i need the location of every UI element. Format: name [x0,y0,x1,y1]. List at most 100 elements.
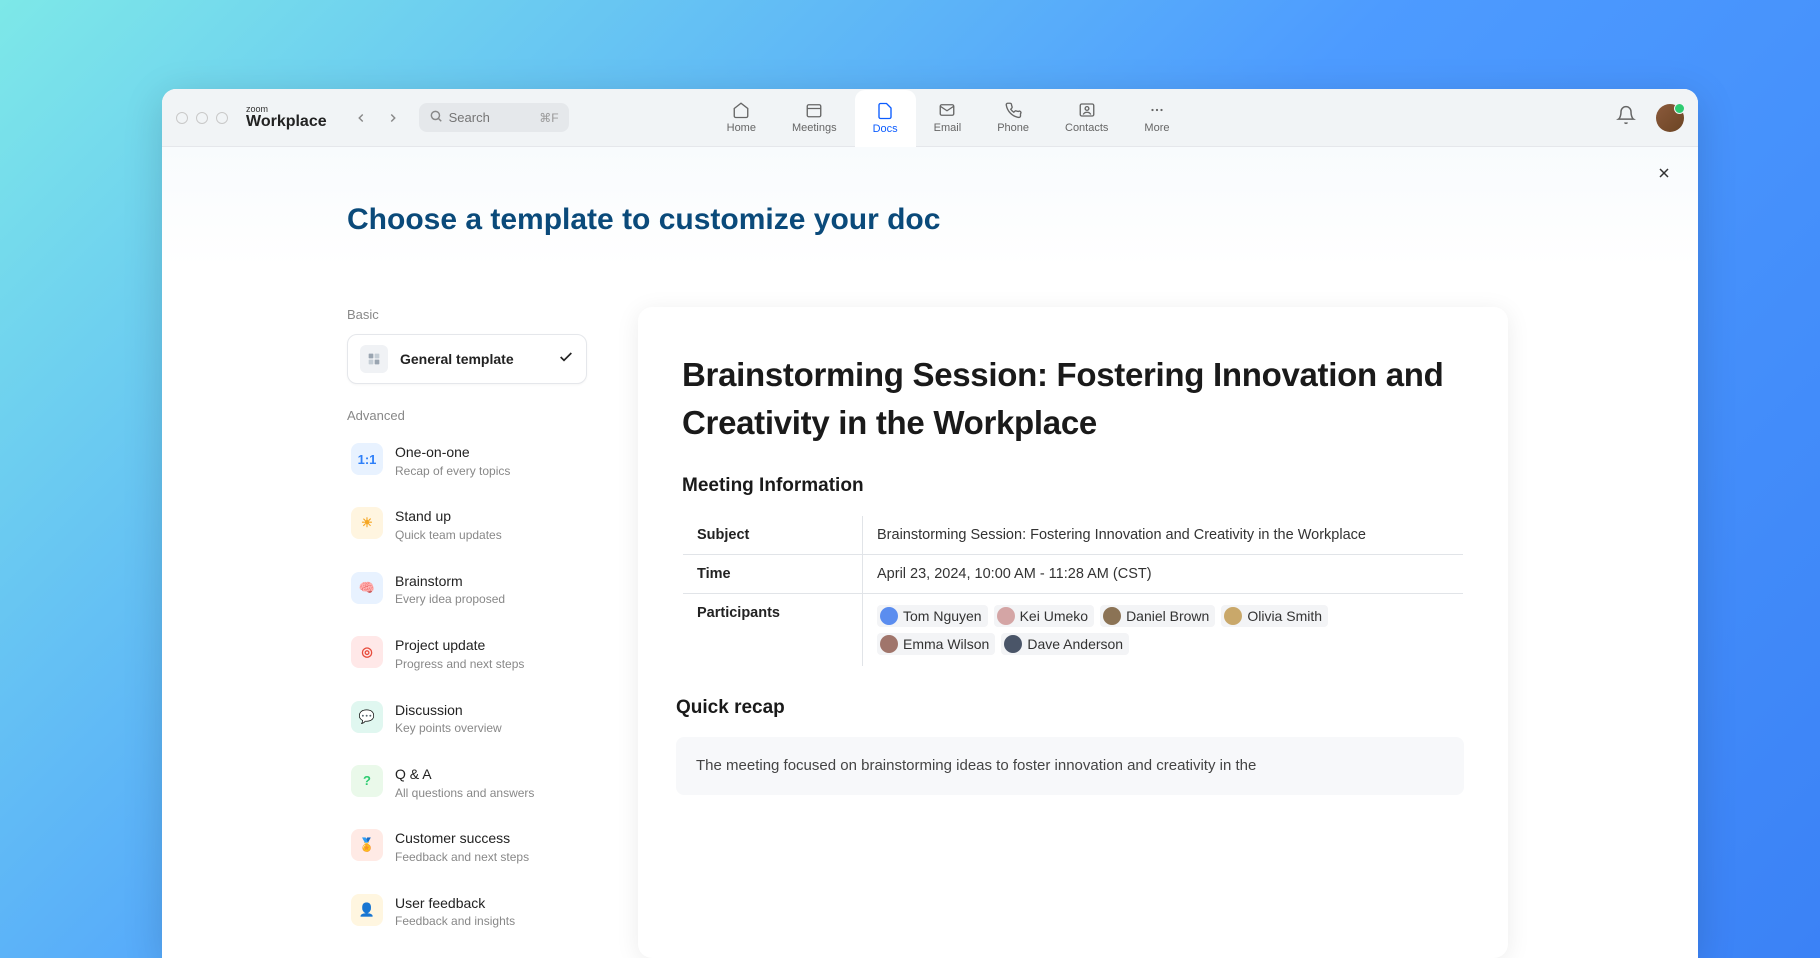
participant-avatar-icon [880,607,898,625]
template-desc: Progress and next steps [395,656,583,673]
subject-label: Subject [683,515,863,554]
template-one-on-one[interactable]: 1:1 One-on-oneRecap of every topics [347,435,587,487]
template-icon: 💬 [351,701,383,733]
tab-label: Phone [997,122,1029,134]
participant-chip[interactable]: Olivia Smith [1221,605,1328,627]
participant-avatar-icon [880,635,898,653]
participant-chip[interactable]: Daniel Brown [1100,605,1215,627]
nav-forward[interactable] [379,104,407,132]
calendar-icon [805,101,823,119]
template-icon: ◎ [351,636,383,668]
quick-recap-text: The meeting focused on brainstorming ide… [676,737,1464,796]
tab-label: More [1144,122,1169,134]
brand-bottom: Workplace [246,114,327,130]
check-icon [558,349,574,370]
template-desc: Every idea proposed [395,591,583,608]
time-label: Time [683,554,863,593]
participant-chip[interactable]: Tom Nguyen [877,605,988,627]
tab-docs[interactable]: Docs [855,90,916,148]
template-desc: Recap of every topics [395,463,583,480]
nav-arrows [347,104,407,132]
search-box[interactable]: ⌘F [419,103,569,132]
tab-more[interactable]: More [1126,89,1187,147]
tab-home[interactable]: Home [709,89,774,147]
tab-label: Meetings [792,122,837,134]
nav-tabs: Home Meetings Docs Email Phone Contacts [709,89,1188,147]
participant-avatar-icon [1004,635,1022,653]
template-q-a[interactable]: ?Q & AAll questions and answers [347,757,587,809]
tab-label: Home [727,122,756,134]
tab-meetings[interactable]: Meetings [774,89,855,147]
basic-section-label: Basic [347,307,587,322]
tab-label: Docs [873,123,898,135]
notifications-icon[interactable] [1616,105,1636,130]
meeting-info-heading: Meeting Information [682,475,1464,497]
template-brainstorm[interactable]: 🧠 BrainstormEvery idea proposed [347,564,587,616]
participant-name: Dave Anderson [1027,636,1123,652]
participant-avatar-icon [997,607,1015,625]
tab-email[interactable]: Email [916,89,980,147]
tab-label: Contacts [1065,122,1108,134]
template-icon: 🏅 [351,829,383,861]
participant-name: Kei Umeko [1020,608,1088,624]
template-general[interactable]: General template [347,334,587,384]
subject-value: Brainstorming Session: Fostering Innovat… [863,515,1464,554]
minimize-window[interactable] [196,112,208,124]
template-desc: Feedback and next steps [395,849,583,866]
template-name: Brainstorm [395,572,583,592]
template-icon: 👤 [351,894,383,926]
quick-recap-heading: Quick recap [676,697,1464,719]
template-preview: Brainstorming Session: Fostering Innovat… [638,307,1508,958]
template-name: Q & A [395,765,583,785]
search-input[interactable] [449,110,534,125]
template-desc: Feedback and insights [395,913,583,930]
participant-chip[interactable]: Dave Anderson [1001,633,1129,655]
page-title: Choose a template to customize your doc [347,203,940,237]
home-icon [732,101,750,119]
template-desc: Quick team updates [395,527,583,544]
participants-label: Participants [683,593,863,666]
phone-icon [1004,101,1022,119]
template-name: General template [400,350,546,368]
docs-icon [876,102,894,120]
tab-phone[interactable]: Phone [979,89,1047,147]
titlebar: zoom Workplace ⌘F Home Mee [162,89,1698,147]
template-icon: ☀ [351,507,383,539]
participant-chip[interactable]: Emma Wilson [877,633,995,655]
window-controls [176,112,228,124]
template-name: Stand up [395,507,583,527]
template-name: One-on-one [395,443,583,463]
participant-chip[interactable]: Kei Umeko [994,605,1094,627]
user-avatar[interactable] [1656,104,1684,132]
close-window[interactable] [176,112,188,124]
participant-avatar-icon [1103,607,1121,625]
participant-name: Emma Wilson [903,636,989,652]
meeting-info-table: Subject Brainstorming Session: Fostering… [682,515,1464,667]
template-icon: 🧠 [351,572,383,604]
template-user-feedback[interactable]: 👤 User feedbackFeedback and insights [347,886,587,938]
close-button[interactable] [1656,165,1672,186]
template-name: Customer success [395,829,583,849]
contacts-icon [1078,101,1096,119]
template-customer-success[interactable]: 🏅 Customer successFeedback and next steps [347,821,587,873]
general-template-icon [360,345,388,373]
template-stand-up[interactable]: ☀ Stand upQuick team updates [347,499,587,551]
participant-name: Daniel Brown [1126,608,1209,624]
template-name: Discussion [395,701,583,721]
template-sidebar: Basic General template Advanced 1:1One-o… [347,307,587,950]
tab-contacts[interactable]: Contacts [1047,89,1126,147]
doc-title: Brainstorming Session: Fostering Innovat… [682,351,1464,447]
titlebar-right [1616,104,1684,132]
more-icon [1148,101,1166,119]
content-area: Choose a template to customize your doc … [162,147,1698,958]
template-icon: 1:1 [351,443,383,475]
participants-cell: Tom Nguyen Kei Umeko Daniel Brown Olivia Sm… [863,593,1464,666]
template-project-update[interactable]: ◎Project updateProgress and next steps [347,628,587,680]
participant-name: Olivia Smith [1247,608,1322,624]
search-shortcut: ⌘F [539,111,558,125]
template-discussion[interactable]: 💬DiscussionKey points overview [347,693,587,745]
nav-back[interactable] [347,104,375,132]
time-value: April 23, 2024, 10:00 AM - 11:28 AM (CST… [863,554,1464,593]
template-name: User feedback [395,894,583,914]
maximize-window[interactable] [216,112,228,124]
